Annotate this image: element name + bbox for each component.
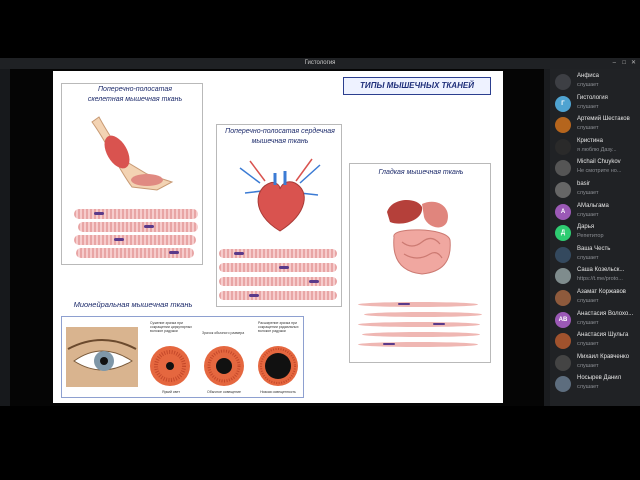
participant-status: слушает <box>577 341 599 348</box>
screen-share-stage: ТИПЫ МЫШЕЧНЫХ ТКАНЕЙ Поперечно-полосатая… <box>10 69 546 406</box>
heart-illustration <box>239 158 321 232</box>
participant-name: АМальгама <box>577 202 609 209</box>
close-icon[interactable]: ✕ <box>631 58 636 69</box>
participant-name: Michail Chuykov <box>577 159 621 166</box>
avatar <box>555 74 571 90</box>
participant-item[interactable]: Носырев Данил слушает <box>555 375 638 395</box>
participant-name: Анфиса <box>577 73 599 79</box>
skeletal-muscle-title: Поперечно-полосатая скелетная мышечная т… <box>87 86 183 103</box>
cardiac-muscle-panel: Поперечно-полосатая сердечная мышечная т… <box>216 124 342 307</box>
participant-status: слушает <box>577 82 599 88</box>
participant-status: слушает <box>577 254 599 261</box>
window-titlebar: Гистология – □ ✕ <box>0 58 640 69</box>
window-title: Гистология <box>304 60 336 66</box>
avatar: А <box>555 203 571 220</box>
iris-normal-diagram <box>204 346 244 386</box>
avatar <box>555 246 571 263</box>
app-area: ТИПЫ МЫШЕЧНЫХ ТКАНЕЙ Поперечно-полосатая… <box>0 69 640 406</box>
myoneural-panel: Сужение зрачка при сокращении циркулярны… <box>61 316 304 398</box>
smooth-fibers <box>358 302 484 360</box>
iris-constricted-diagram <box>150 346 190 386</box>
skeletal-muscle-panel: Поперечно-полосатая скелетная мышечная т… <box>61 83 203 265</box>
participant-name: Кристина <box>577 137 603 144</box>
iris-label-3: Расширение зрачка при сокращении радиаль… <box>258 321 299 333</box>
slide-main-title: ТИПЫ МЫШЕЧНЫХ ТКАНЕЙ <box>343 77 491 95</box>
iris-dilated-diagram <box>258 346 298 386</box>
participant-name: Носырев Данил <box>577 375 622 382</box>
participant-item[interactable]: Михаил Кравченко слушает <box>555 354 638 374</box>
participant-status: я люблю Дазу... <box>577 146 617 153</box>
participant-status: слушает <box>577 384 599 391</box>
participant-name: Артемий Шестаков <box>577 116 630 123</box>
presentation-slide: ТИПЫ МЫШЕЧНЫХ ТКАНЕЙ Поперечно-полосатая… <box>53 71 503 403</box>
participant-item[interactable]: Г Гистология слушает <box>555 95 638 115</box>
participant-status: Репетитор <box>577 233 604 240</box>
cardiac-muscle-title: Поперечно-полосатая сердечная мышечная т… <box>225 128 335 145</box>
iris-caption-1: Яркий свет <box>162 390 180 394</box>
participant-item[interactable]: Азамат Коржавов слушает <box>555 289 638 309</box>
participant-item[interactable]: Ваша Честь слушает <box>555 246 638 266</box>
participant-name: Саша Козельск... <box>577 267 625 274</box>
participant-status: слушает <box>577 190 599 196</box>
participant-item[interactable]: Анфиса слушает <box>555 73 638 93</box>
avatar <box>555 160 571 177</box>
participant-item[interactable]: Саша Козельск... https://t.me/proto... <box>555 267 638 287</box>
participant-name: Анастасия Волохо... <box>577 310 634 317</box>
participant-name: Ваша Честь <box>577 245 611 252</box>
participant-status: слушает <box>577 103 599 110</box>
avatar <box>555 117 571 134</box>
participant-item[interactable]: Michail Chuykov Не смотрите но... <box>555 159 638 179</box>
participant-item[interactable]: Анастасия Шульга слушает <box>555 332 638 352</box>
maximize-icon[interactable]: □ <box>622 58 626 69</box>
avatar <box>555 138 571 155</box>
avatar <box>555 333 571 350</box>
avatar <box>555 376 571 393</box>
participant-item[interactable]: А АМальгама слушает <box>555 203 638 223</box>
participant-name: Михаил Кравченко <box>577 353 630 360</box>
smooth-muscle-title: Гладкая мышечная ткань <box>378 169 464 176</box>
avatar <box>555 290 571 306</box>
arm-illustration <box>91 116 174 191</box>
avatar <box>555 354 571 371</box>
iris-caption-3: Низкая освещенность <box>260 390 296 394</box>
iris-caption-2: Обычное освещение <box>207 390 241 394</box>
cardiac-fibers <box>219 249 339 305</box>
avatar <box>555 182 571 198</box>
participant-name: basir <box>577 181 591 187</box>
participant-name: Анастасия Шульга <box>577 332 629 339</box>
avatar <box>555 268 571 285</box>
skeletal-fibers <box>74 209 198 259</box>
smooth-muscle-panel: Гладкая мышечная ткань <box>349 163 491 363</box>
avatar: Г <box>555 95 571 112</box>
digestive-organs-illustration <box>387 200 451 275</box>
participant-item[interactable]: АВ Анастасия Волохо... слушает <box>555 311 638 331</box>
participant-name: Азамат Коржавов <box>577 289 626 295</box>
participant-status: https://t.me/proto... <box>577 276 623 283</box>
minimize-icon[interactable]: – <box>613 58 616 69</box>
avatar: АВ <box>555 311 571 328</box>
participant-status: слушает <box>577 362 599 369</box>
participant-item[interactable]: Артемий Шестаков слушает <box>555 116 638 136</box>
participant-status: Не смотрите но... <box>577 168 622 175</box>
participants-sidebar: Анфиса слушает Г Гистология слушает Артемий Ш… <box>550 69 640 406</box>
participant-item[interactable]: basir слушает <box>555 181 638 201</box>
participant-status: слушает <box>577 298 599 304</box>
iris-label-1: Сужение зрачка при сокращении циркулярны… <box>150 321 192 333</box>
participant-status: слушает <box>577 211 599 218</box>
participant-item[interactable]: Д Дарья Репетитор <box>555 224 638 244</box>
iris-label-2: Зрачок обычного размера <box>202 331 245 335</box>
participant-name: Дарья <box>577 224 595 231</box>
participant-status: слушает <box>577 125 599 132</box>
avatar: Д <box>555 225 571 242</box>
bottom-black-bar <box>0 406 640 480</box>
participant-status: слушает <box>577 319 599 326</box>
participant-item[interactable]: Кристина я люблю Дазу... <box>555 138 638 158</box>
myoneural-muscle-title: Мионейральная мышечная ткань <box>73 300 193 309</box>
participant-name: Гистология <box>577 94 608 101</box>
eye-illustration <box>66 327 138 387</box>
